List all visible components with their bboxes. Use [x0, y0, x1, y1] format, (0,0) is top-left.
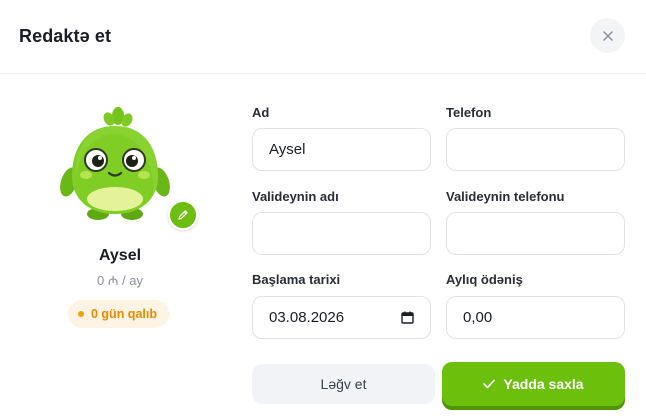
- parent-phone-field[interactable]: [446, 212, 625, 255]
- days-left-text: 0 gün qalıb: [91, 307, 157, 321]
- status-dot-icon: [78, 311, 84, 317]
- parent-name-label: Valideynin adı: [252, 189, 339, 204]
- cancel-button[interactable]: Ləğv et: [252, 364, 435, 404]
- avatar: [60, 104, 200, 234]
- dialog-title: Redaktə et: [19, 26, 112, 46]
- pencil-icon: [178, 210, 188, 220]
- name-field[interactable]: [252, 128, 431, 171]
- edit-dialog: Redaktə et Aysel 0 ₼ / ay 0 gün qalıb Ad…: [0, 0, 646, 420]
- close-button[interactable]: [590, 18, 625, 53]
- close-icon: [602, 30, 613, 41]
- monthly-fee-label: Aylıq ödəniş: [446, 272, 523, 287]
- check-icon: [483, 379, 496, 389]
- edit-avatar-button[interactable]: [168, 200, 198, 230]
- green-monster-avatar: [60, 107, 170, 220]
- monthly-fee-field[interactable]: [446, 296, 625, 339]
- start-date-label: Başlama tarixi: [252, 272, 341, 287]
- phone-label: Telefon: [446, 105, 492, 120]
- phone-field[interactable]: [446, 128, 625, 171]
- start-date-value: 03.08.2026: [269, 309, 345, 326]
- start-date-field[interactable]: 03.08.2026: [252, 296, 431, 339]
- name-label: Ad: [252, 105, 270, 120]
- dialog-header: Redaktə et: [0, 0, 646, 74]
- cancel-button-label: Ləğv et: [320, 376, 367, 392]
- calendar-icon[interactable]: [401, 311, 414, 324]
- parent-phone-label: Valideynin telefonu: [446, 189, 565, 204]
- child-monthly-fee: 0 ₼ / ay: [97, 273, 143, 288]
- parent-name-field[interactable]: [252, 212, 431, 255]
- save-button[interactable]: Yadda saxla: [442, 362, 625, 406]
- days-left-badge: 0 gün qalıb: [68, 300, 169, 328]
- save-button-label: Yadda saxla: [503, 376, 584, 392]
- child-name: Aysel: [98, 247, 142, 264]
